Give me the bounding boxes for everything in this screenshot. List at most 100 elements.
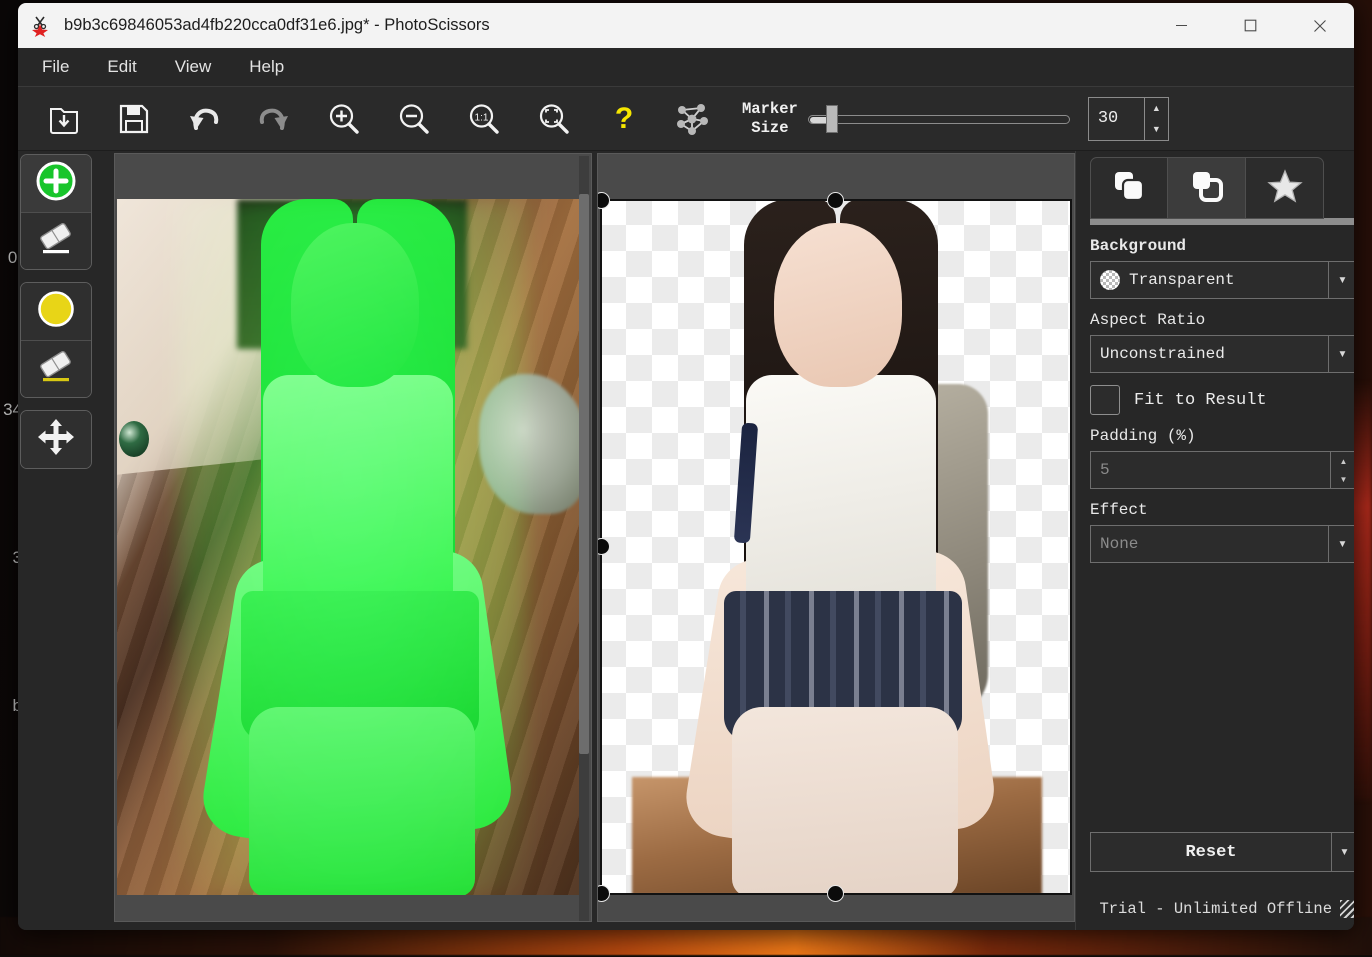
background-marker-tool[interactable] <box>21 283 91 340</box>
source-image[interactable] <box>117 199 589 895</box>
outlined-layers-icon <box>1190 169 1224 208</box>
redo-button[interactable] <box>250 95 298 143</box>
zoom-fit-button[interactable] <box>530 95 578 143</box>
pan-tool[interactable] <box>21 411 91 468</box>
menu-item-file[interactable]: File <box>26 53 85 81</box>
question-mark-icon: ? <box>609 102 639 136</box>
marker-size-slider[interactable] <box>808 110 1070 128</box>
chevron-down-icon[interactable]: ▼ <box>1328 526 1354 562</box>
maximize-button[interactable] <box>1216 3 1285 48</box>
menu-item-help[interactable]: Help <box>233 53 300 81</box>
stepper-down-icon[interactable]: ▼ <box>1331 470 1354 488</box>
effect-value[interactable]: None <box>1091 526 1328 562</box>
background-eraser-tool[interactable] <box>21 340 91 397</box>
stepper-up-icon[interactable]: ▲ <box>1145 98 1168 119</box>
panel-tab-underline <box>1090 218 1354 225</box>
result-canvas[interactable] <box>597 153 1075 922</box>
foreground-tool-group <box>20 154 92 270</box>
foreground-eraser-tool[interactable] <box>21 212 91 269</box>
tab-effects[interactable] <box>1246 157 1324 219</box>
marker-size-spinner[interactable]: 30 ▲ ▼ <box>1088 97 1169 141</box>
photoscissors-window: b9b3c69846053ad4fb220cca0df31e6.jpg* - P… <box>18 3 1354 930</box>
menu-item-view[interactable]: View <box>159 53 228 81</box>
background-tool-group <box>20 282 92 398</box>
foreground-marker-overlay <box>177 199 527 895</box>
open-image-button[interactable] <box>40 95 88 143</box>
background-value: Transparent <box>1129 271 1235 289</box>
padding-value[interactable]: 5 <box>1091 452 1330 488</box>
effect-dropdown[interactable]: None ▼ <box>1090 525 1354 563</box>
eraser-yellow-icon <box>34 347 78 392</box>
canvas-area <box>96 151 1075 930</box>
save-disk-icon <box>118 103 150 135</box>
neural-network-icon <box>673 100 711 138</box>
source-green-ball-object <box>119 421 149 457</box>
main-toolbar: 1:1 ? <box>18 87 1354 151</box>
status-bar: Trial - Unlimited Offline <box>1090 900 1354 918</box>
stepper-up-icon[interactable]: ▲ <box>1331 452 1354 470</box>
stepper-down-icon[interactable]: ▼ <box>1145 119 1168 140</box>
padding-spinner[interactable]: 5 ▲ ▼ <box>1090 451 1354 489</box>
slider-thumb[interactable] <box>826 105 838 133</box>
tab-cutout[interactable] <box>1090 157 1168 219</box>
app-logo-scissors-icon <box>30 15 52 37</box>
move-arrows-icon <box>36 417 76 462</box>
scrollbar-thumb[interactable] <box>579 194 589 754</box>
transparent-checker-swatch <box>1100 270 1120 290</box>
background-dropdown[interactable]: Transparent ▼ <box>1090 261 1354 299</box>
resize-grip-icon[interactable] <box>1340 900 1354 918</box>
star-icon <box>1267 169 1303 208</box>
marker-size-stepper: ▲ ▼ <box>1144 98 1168 140</box>
zoom-in-icon <box>327 102 361 136</box>
marker-size-value[interactable]: 30 <box>1089 98 1144 140</box>
foreground-marker-tool[interactable] <box>21 155 91 212</box>
tab-background[interactable] <box>1168 157 1246 219</box>
source-canvas[interactable] <box>114 153 592 922</box>
pan-tool-group <box>20 410 92 469</box>
save-image-button[interactable] <box>110 95 158 143</box>
zoom-1-to-1-button[interactable]: 1:1 <box>460 95 508 143</box>
ai-settings-button[interactable] <box>668 95 716 143</box>
tool-rail <box>18 151 96 930</box>
background-value-row[interactable]: Transparent <box>1091 262 1328 298</box>
aspect-ratio-value[interactable]: Unconstrained <box>1091 336 1328 372</box>
background-label: Background <box>1090 237 1354 255</box>
window-title: b9b3c69846053ad4fb220cca0df31e6.jpg* - P… <box>64 16 490 35</box>
chevron-down-icon[interactable]: ▼ <box>1331 833 1354 871</box>
fit-to-result-checkbox[interactable] <box>1090 385 1120 415</box>
reset-button[interactable]: Reset <box>1091 833 1331 871</box>
subject-legs <box>732 707 958 895</box>
subject-torso <box>746 375 936 625</box>
slider-track <box>808 115 1070 124</box>
fit-to-result-row[interactable]: Fit to Result <box>1090 385 1354 415</box>
close-button[interactable] <box>1285 3 1354 48</box>
menu-bar: File Edit View Help <box>18 48 1354 87</box>
window-controls <box>1147 3 1354 48</box>
menu-item-edit[interactable]: Edit <box>91 53 152 81</box>
svg-text:1:1: 1:1 <box>475 112 489 123</box>
source-canvas-scrollbar[interactable] <box>579 156 589 921</box>
aspect-ratio-dropdown[interactable]: Unconstrained ▼ <box>1090 335 1354 373</box>
redo-arrow-icon <box>257 104 291 134</box>
zoom-out-icon <box>397 102 431 136</box>
reset-control: Reset ▼ <box>1090 832 1354 872</box>
svg-text:?: ? <box>615 102 633 135</box>
license-status-text: Trial - Unlimited Offline <box>1099 900 1332 918</box>
subject-head <box>774 223 902 387</box>
undo-arrow-icon <box>187 104 221 134</box>
chevron-down-icon[interactable]: ▼ <box>1328 336 1354 372</box>
result-image[interactable] <box>600 199 1072 895</box>
zoom-in-button[interactable] <box>320 95 368 143</box>
help-button[interactable]: ? <box>600 95 648 143</box>
panel-tab-strip <box>1090 151 1354 219</box>
minimize-button[interactable] <box>1147 3 1216 48</box>
eraser-white-icon <box>34 219 78 264</box>
effect-label: Effect <box>1090 501 1354 519</box>
zoom-fit-icon <box>537 102 571 136</box>
chevron-down-icon[interactable]: ▼ <box>1328 262 1354 298</box>
result-subject-cutout <box>672 199 1002 895</box>
filled-layers-icon <box>1112 169 1146 208</box>
undo-button[interactable] <box>180 95 228 143</box>
fit-to-result-label: Fit to Result <box>1134 391 1267 410</box>
zoom-out-button[interactable] <box>390 95 438 143</box>
